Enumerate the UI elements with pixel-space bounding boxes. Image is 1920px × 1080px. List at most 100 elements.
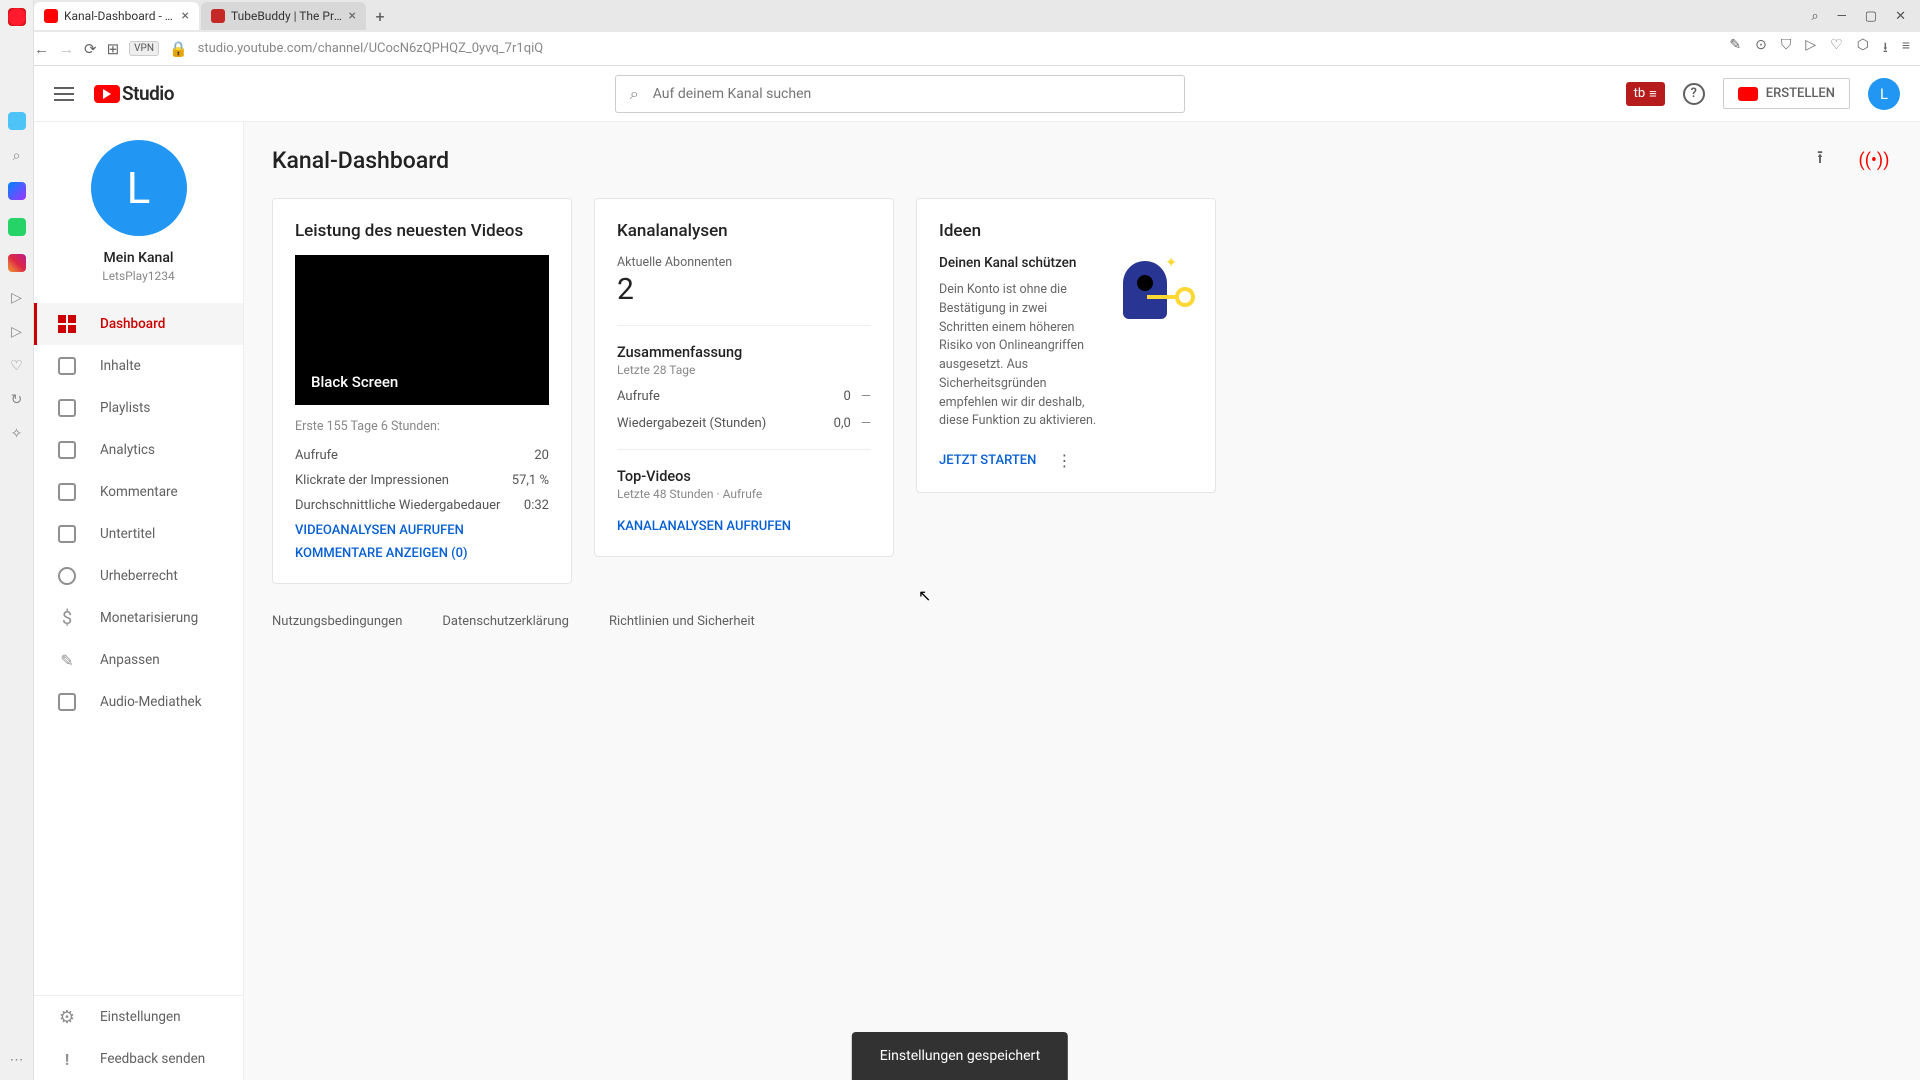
channel-analytics-link[interactable]: KANALANALYSEN AUFRUFEN [617, 519, 871, 534]
kebab-icon[interactable]: ⋮ [1056, 451, 1072, 470]
vpn-badge[interactable]: VPN [129, 41, 159, 56]
metric-row: Aufrufe 0 — [617, 389, 871, 404]
heart-addr-icon[interactable]: ♡ [1830, 37, 1843, 61]
stat-value: 57,1 % [512, 473, 549, 488]
cube-icon[interactable]: ⬡ [1857, 37, 1869, 61]
menu-icon[interactable]: ≡ [1902, 37, 1910, 61]
speed-dial-icon[interactable] [8, 112, 26, 130]
close-window-icon[interactable]: ✕ [1895, 9, 1906, 24]
toast-notification: Einstellungen gespeichert [852, 1032, 1068, 1080]
hamburger-icon[interactable] [54, 87, 74, 101]
footer-link-privacy[interactable]: Datenschutzerklärung [442, 614, 569, 629]
play-icon[interactable]: ▷ [9, 324, 25, 340]
sidebar-item-dashboard[interactable]: Dashboard [34, 303, 243, 345]
sidebar-item-content[interactable]: Inhalte [34, 345, 243, 387]
tab-strip: Kanal-Dashboard - YouTu × TubeBuddy | Th… [0, 0, 1920, 32]
sidebar-item-monetization[interactable]: $ Monetarisierung [34, 597, 243, 639]
maximize-icon[interactable]: ▢ [1865, 9, 1877, 24]
player-icon[interactable]: ▷ [9, 290, 25, 306]
search-box[interactable]: ⌕ [615, 75, 1185, 113]
edit-icon[interactable]: ✎ [1729, 37, 1741, 61]
sidebar-item-copyright[interactable]: Urheberrecht [34, 555, 243, 597]
close-icon[interactable]: × [349, 8, 356, 24]
nav-items: Dashboard Inhalte Playlists Analytics Ko… [34, 303, 243, 995]
search-sidebar-icon[interactable]: ⌕ [9, 148, 25, 164]
whatsapp-icon[interactable] [8, 218, 26, 236]
new-tab-button[interactable]: + [368, 7, 392, 26]
record-icon [1738, 87, 1758, 101]
sidebar-item-label: Kommentare [100, 484, 178, 500]
bulb-icon[interactable]: ✧ [9, 426, 25, 442]
footer-link-policies[interactable]: Richtlinien und Sicherheit [609, 614, 755, 629]
video-analytics-link[interactable]: VIDEOANALYSEN AUFRUFEN [295, 523, 549, 538]
live-icon[interactable]: ((•)) [1856, 142, 1892, 178]
reload-icon[interactable]: ⟳ [84, 40, 97, 58]
minimize-icon[interactable]: — [1837, 9, 1847, 24]
camera-icon[interactable]: ⊙ [1755, 37, 1767, 61]
sidebar-item-playlists[interactable]: Playlists [34, 387, 243, 429]
download-icon[interactable]: ⭳ [1883, 37, 1888, 61]
tab-inactive[interactable]: TubeBuddy | The Premier × [201, 2, 366, 30]
analytics-icon [58, 441, 76, 459]
send-icon[interactable]: ▷ [1805, 37, 1816, 61]
subscribers-label: Aktuelle Abonnenten [617, 255, 871, 270]
shield-icon[interactable]: ⛉ [1781, 37, 1792, 61]
nav-bottom: ⚙ Einstellungen ! Feedback senden [34, 995, 243, 1080]
stat-row: Klickrate der Impressionen 57,1 % [295, 473, 549, 488]
sidebar-item-settings[interactable]: ⚙ Einstellungen [34, 996, 243, 1038]
sidebar-item-comments[interactable]: Kommentare [34, 471, 243, 513]
view-comments-link[interactable]: KOMMENTARE ANZEIGEN (0) [295, 546, 549, 561]
playlists-icon [58, 399, 76, 417]
grid-icon[interactable]: ⊞ [107, 40, 120, 58]
video-thumbnail[interactable]: Black Screen [295, 255, 549, 405]
history-icon[interactable]: ↻ [9, 392, 25, 408]
tubebuddy-badge[interactable]: tb≡ [1626, 82, 1665, 106]
start-now-button[interactable]: JETZT STARTEN [939, 453, 1036, 468]
gear-icon: ⚙ [59, 1007, 75, 1028]
browser-search-icon[interactable]: ⌕ [1811, 9, 1818, 24]
browser-chrome: Kanal-Dashboard - YouTu × TubeBuddy | Th… [0, 0, 1920, 66]
stat-value: 0:32 [524, 498, 549, 513]
stat-label: Aufrufe [295, 448, 338, 463]
sidebar-item-subtitles[interactable]: Untertitel [34, 513, 243, 555]
sidebar-item-feedback[interactable]: ! Feedback senden [34, 1038, 243, 1080]
heart-icon[interactable]: ♡ [9, 358, 25, 374]
idea-body: Dein Konto ist ohne die Bestätigung in z… [939, 281, 1099, 431]
sidebar-item-audio[interactable]: Audio-Mediathek [34, 681, 243, 723]
sidebar-item-analytics[interactable]: Analytics [34, 429, 243, 471]
channel-block[interactable]: L Mein Kanal LetsPlay1234 [34, 122, 243, 303]
url-text[interactable]: studio.youtube.com/channel/UCocN6zQPHQZ_… [198, 41, 1720, 56]
messenger-icon[interactable] [8, 182, 26, 200]
tab-active[interactable]: Kanal-Dashboard - YouTu × [34, 2, 199, 30]
sidebar-item-label: Dashboard [100, 316, 165, 332]
youtube-icon [94, 85, 120, 103]
lock-icon[interactable]: 🔒 [169, 40, 188, 58]
summary-title: Zusammenfassung [617, 344, 871, 361]
card-latest-video: Leistung des neuesten Videos Black Scree… [272, 198, 572, 584]
opera-sidebar: ⌕ ▷ ▷ ♡ ↻ ✧ ⋯ [0, 0, 34, 1080]
account-avatar[interactable]: L [1868, 78, 1900, 110]
search-input[interactable] [653, 86, 1170, 102]
studio-logo[interactable]: Studio [94, 82, 174, 105]
more-icon[interactable]: ⋯ [9, 1052, 25, 1068]
sidebar-item-customize[interactable]: ✎ Anpassen [34, 639, 243, 681]
stat-label: Klickrate der Impressionen [295, 473, 449, 488]
tab-title: Kanal-Dashboard - YouTu [64, 9, 176, 23]
metric-label: Wiedergabezeit (Stunden) [617, 416, 766, 431]
upload-icon[interactable]: ⭱ [1802, 142, 1838, 178]
footer-link-terms[interactable]: Nutzungsbedingungen [272, 614, 402, 629]
sidebar-item-label: Inhalte [100, 358, 141, 374]
help-icon[interactable]: ? [1683, 83, 1705, 105]
opera-icon[interactable] [8, 8, 26, 26]
app-header: Studio ⌕ tb≡ ? ERSTELLEN L [34, 66, 1920, 122]
feedback-icon: ! [65, 1050, 69, 1069]
metric-row: Wiedergabezeit (Stunden) 0,0 — [617, 416, 871, 431]
close-icon[interactable]: × [182, 8, 189, 24]
card-ideas: Ideen Deinen Kanal schützen Dein Konto i… [916, 198, 1216, 493]
window-controls: ⌕ — ▢ ✕ [1811, 9, 1920, 24]
back-icon[interactable]: ← [34, 40, 49, 58]
instagram-icon[interactable] [8, 254, 26, 272]
top-videos-subtitle: Letzte 48 Stunden · Aufrufe [617, 487, 871, 501]
tab-title: TubeBuddy | The Premier [231, 9, 343, 23]
create-button[interactable]: ERSTELLEN [1723, 78, 1850, 109]
